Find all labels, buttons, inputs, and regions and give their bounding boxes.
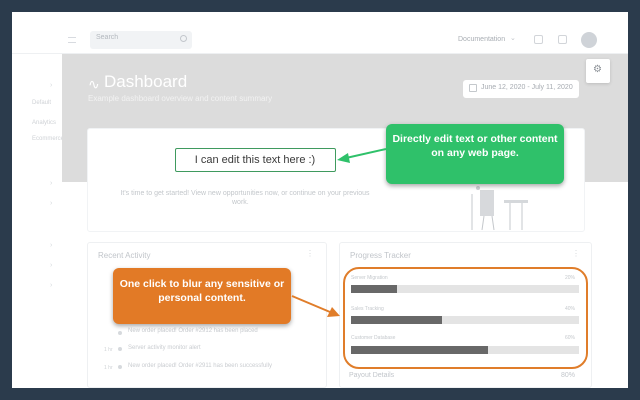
timeline-dot [118,331,122,335]
chevron-right-icon[interactable]: › [50,262,52,269]
activity-item-time: 1 hr [104,347,113,353]
blur-feature-callout: One click to blur any sensitive or perso… [113,268,291,324]
bell-icon[interactable] [534,35,543,44]
mail-icon[interactable] [558,35,567,44]
chevron-right-icon[interactable]: › [50,200,52,207]
welcome-body-line-1: It's time to get started! View new oppor… [120,190,370,197]
avatar[interactable] [581,32,597,48]
recent-activity-title: Recent Activity [98,251,151,260]
search-input[interactable]: Search [90,31,192,49]
settings-button[interactable]: ⚙ [586,59,610,83]
more-options-icon[interactable]: ⋮ [572,249,580,258]
progress-tracker-title: Progress Tracker [350,251,411,260]
chevron-down-icon[interactable]: ⌄ [510,34,516,42]
date-range-picker[interactable]: June 12, 2020 - July 11, 2020 [463,80,579,98]
payout-value: 80% [561,372,576,379]
activity-item-text: New order placed! Order #2912 has been p… [128,328,258,334]
welcome-body-line-2: work. [232,199,249,206]
menu-icon[interactable] [68,37,76,43]
activity-icon: ∿ [88,76,100,92]
activity-item-text: New order placed! Order #2911 has been s… [128,363,272,369]
more-options-icon[interactable]: ⋮ [306,249,314,258]
chevron-right-icon[interactable]: › [50,180,52,187]
timeline-dot [118,365,122,369]
page-title: Dashboard [104,72,188,91]
activity-item-text: Server activity monitor alert [128,345,201,351]
activity-item-time: 1 hr [104,365,113,371]
edited-text-box[interactable]: I can edit this text here :) [175,148,336,172]
documentation-link[interactable]: Documentation [458,36,505,43]
chevron-right-icon[interactable]: › [50,282,52,289]
page-subtitle: Example dashboard overview and content s… [88,94,273,103]
welcome-illustration [471,186,528,230]
blur-highlight-outline [343,267,588,369]
sidebar-item-analytics[interactable]: Analytics [32,120,56,126]
timeline-dot [118,347,122,351]
sidebar-item-default[interactable]: Default [32,100,51,106]
date-range-text: June 12, 2020 - July 11, 2020 [481,84,573,91]
calendar-icon [469,84,477,92]
search-placeholder: Search [96,34,119,41]
chevron-right-icon[interactable]: › [50,242,52,249]
top-navbar: Search Documentation ⌄ [12,12,628,54]
sidebar-item-ecommerce[interactable]: Ecommerce [32,136,64,142]
payout-label: Payout Details [349,372,395,379]
search-icon[interactable] [180,35,187,42]
browser-frame: Search Documentation ⌄ Default Analytics… [12,12,628,388]
gear-icon: ⚙ [593,64,602,75]
chevron-right-icon[interactable]: › [50,82,52,89]
edited-text[interactable]: I can edit this text here :) [176,154,334,166]
edit-feature-callout: Directly edit text or other content on a… [386,124,564,184]
